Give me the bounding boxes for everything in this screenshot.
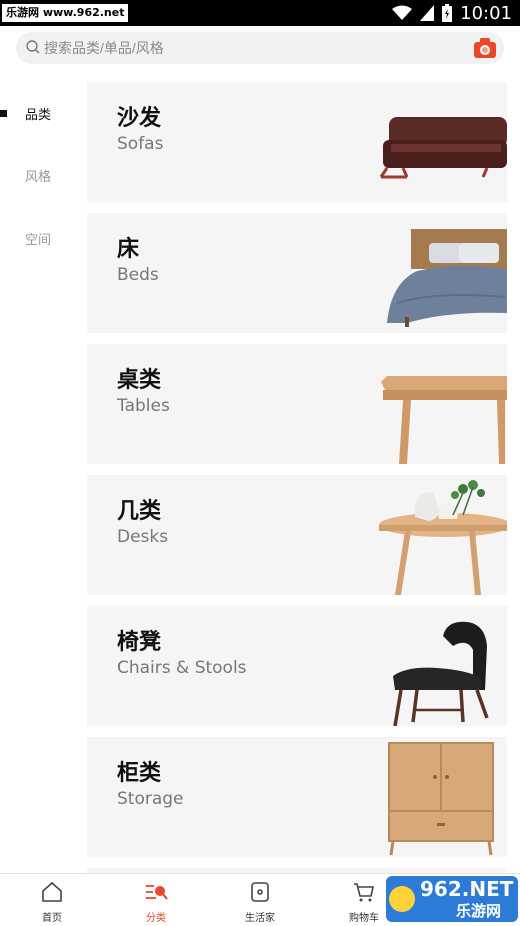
category-title: 柜类 <box>117 761 162 786</box>
home-icon <box>42 881 62 902</box>
search-input[interactable] <box>44 32 444 64</box>
sidebar-item-label: 空间 <box>25 233 52 248</box>
category-title: 床 <box>117 237 140 262</box>
life-icon <box>251 882 269 902</box>
category-subtitle: Tables <box>117 396 170 416</box>
search-icon <box>26 40 40 54</box>
category-subtitle: Desks <box>117 527 169 547</box>
tab-label: 首页 <box>42 913 62 924</box>
category-card-chairs[interactable]: 椅凳 Chairs & Stools <box>87 606 507 726</box>
status-time: 10:01 <box>460 2 512 24</box>
category-subtitle: Beds <box>117 265 159 285</box>
sidebar-item-category[interactable]: 品类 <box>0 98 80 128</box>
side-table-image <box>379 480 507 595</box>
wifi-icon <box>392 5 413 20</box>
table-image <box>381 376 507 464</box>
tab-label: 分类 <box>146 913 166 924</box>
category-card-tables[interactable]: 桌类 Tables <box>87 344 507 464</box>
sidebar-item-label: 品类 <box>25 108 52 123</box>
search-bar[interactable] <box>16 32 504 64</box>
tab-home[interactable]: 首页 <box>0 874 104 926</box>
watermark-sub: 乐游网 <box>456 902 501 920</box>
category-title: 椅凳 <box>117 630 162 655</box>
bed-image <box>387 229 507 327</box>
tab-life[interactable]: 生活家 <box>208 874 312 926</box>
sofa-image <box>379 117 507 179</box>
category-title: 几类 <box>117 499 162 524</box>
status-icons: 10:01 <box>392 0 512 26</box>
category-subtitle: Chairs & Stools <box>117 658 247 678</box>
status-bar: 乐游网 www.962.net 10:01 <box>0 0 520 26</box>
signal-icon <box>420 5 435 21</box>
sidebar-item-label: 风格 <box>25 170 52 185</box>
watermark-brand: 962.NET <box>420 877 514 901</box>
tab-label: 生活家 <box>245 913 275 924</box>
category-subtitle: Storage <box>117 789 184 809</box>
watermark-logo: 962.NET 乐游网 <box>386 876 518 922</box>
sidebar-item-style[interactable]: 风格 <box>0 160 80 190</box>
chair-image <box>393 621 489 726</box>
active-marker <box>0 110 7 117</box>
cart-icon <box>354 883 374 902</box>
category-card-desks[interactable]: 几类 Desks <box>87 475 507 595</box>
category-icon <box>146 885 168 900</box>
sidebar-item-space[interactable]: 空间 <box>0 223 80 253</box>
category-subtitle: Sofas <box>117 134 164 154</box>
category-card-sofas[interactable]: 沙发 Sofas <box>87 82 507 202</box>
category-title: 桌类 <box>117 368 162 393</box>
camera-icon[interactable] <box>473 37 497 59</box>
watermark-label: 乐游网 www.962.net <box>2 4 129 22</box>
category-card-storage[interactable]: 柜类 Storage <box>87 737 507 857</box>
tab-category[interactable]: 分类 <box>104 874 208 926</box>
cabinet-image <box>388 742 494 856</box>
category-title: 沙发 <box>117 106 162 131</box>
battery-icon <box>442 4 453 22</box>
category-card-beds[interactable]: 床 Beds <box>87 213 507 333</box>
